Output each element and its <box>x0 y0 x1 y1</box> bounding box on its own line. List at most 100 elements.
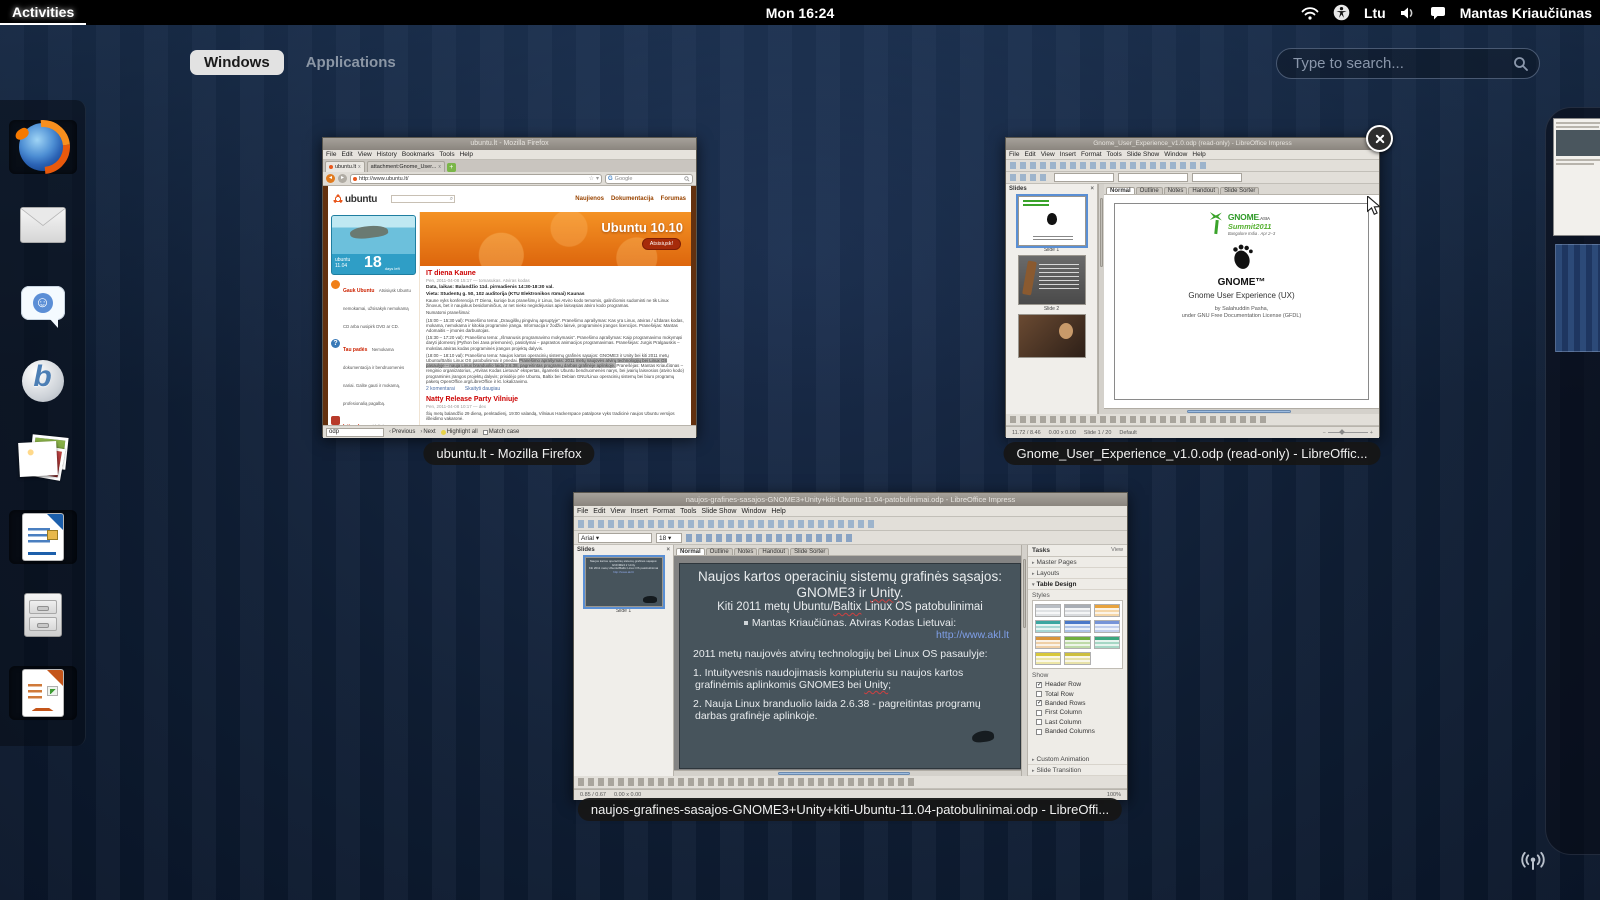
magnifier-icon: ⌕ <box>450 196 454 203</box>
workspace-thumbnail-2[interactable] <box>1555 244 1600 352</box>
mail-icon <box>20 207 66 243</box>
section-master-pages: ▸Master Pages <box>1028 557 1127 568</box>
menu-item-tools: Tools <box>680 508 696 515</box>
view-tab-handout: Handout <box>758 548 789 555</box>
canvas-hscrollbar[interactable] <box>674 770 1021 776</box>
site-search-field: ⌕ <box>391 195 455 203</box>
tasks-view-menu: View <box>1111 547 1123 554</box>
window-caption-firefox: ubuntu.lt - Mozilla Firefox <box>423 442 594 465</box>
menu-item-tools: Tools <box>1107 151 1122 158</box>
menu-item-edit: Edit <box>593 508 605 515</box>
palm-tree-icon <box>1208 212 1224 234</box>
dock-item-shotwell-photos[interactable] <box>9 432 77 486</box>
article-heading: IT diena Kaune <box>426 270 685 277</box>
activities-button[interactable]: Activities <box>0 0 86 25</box>
dock-item-libreoffice-impress[interactable] <box>9 666 77 720</box>
firefox-navigation-bar: ◂ ▸ http://www.ubuntu.lt/ ☆ ▾ G Google <box>323 172 696 186</box>
article-paragraph: (15:00 – 15:30 val): Pranešimo tema: „Dr… <box>426 318 685 334</box>
slide-silhouette-graphic <box>971 730 994 743</box>
chat-status-icon[interactable] <box>1430 6 1446 20</box>
dock-item-banshee[interactable]: b <box>9 354 77 408</box>
menu-item-history: History <box>377 151 397 158</box>
font-size-dropdown: 18 ▾ <box>656 533 682 543</box>
checkbox-icon <box>1036 729 1042 735</box>
firefox-icon <box>19 123 67 171</box>
canvas-vscrollbar[interactable] <box>1021 545 1027 776</box>
firefox-tab-bar: ubuntu.lt x attachment:Gnome_User... x + <box>323 160 696 172</box>
release-countdown-card: ubuntu 11.04 18 days left <box>331 215 416 275</box>
overview-view-tabs: Windows Applications <box>190 50 396 75</box>
circle-of-friends-icon <box>333 194 343 204</box>
firefox-titlebar: ubuntu.lt - Mozilla Firefox <box>323 138 696 150</box>
section-layouts: ▸Layouts <box>1028 568 1127 579</box>
broadcast-network-tray-icon[interactable] <box>1518 846 1548 881</box>
view-tab-slide-sorter: Slide Sorter <box>790 548 829 555</box>
show-group-label: Show <box>1028 669 1127 680</box>
tasks-title: Tasks <box>1032 547 1050 554</box>
menu-item-file: File <box>1009 151 1019 158</box>
dock-item-evolution-mail[interactable] <box>9 198 77 252</box>
highlighter-icon <box>441 430 446 435</box>
view-tab-normal: Normal <box>1106 187 1135 194</box>
accessibility-icon[interactable] <box>1333 4 1350 21</box>
panel-close-icon: × <box>666 547 670 553</box>
wifi-icon[interactable] <box>1301 6 1319 20</box>
mini-link: http://www.akl.lt <box>613 570 634 574</box>
search-input[interactable] <box>1293 55 1513 72</box>
dock-item-nautilus-files[interactable] <box>9 588 77 642</box>
impress2-titlebar: naujos-grafines-sasajos-GNOME3+Unity+kit… <box>574 493 1127 506</box>
impress2-menubar: File Edit View Insert Format Tools Slide… <box>574 506 1127 517</box>
url-text: http://www.ubuntu.lt/ <box>359 176 587 182</box>
user-menu[interactable]: Mantas Kriaučiūnas <box>1460 5 1592 21</box>
site-header: ubuntu ⌕ Naujienos Dokumentacija Forumas <box>328 186 691 212</box>
drawing-toolbar-icons <box>578 778 918 786</box>
web-search-field: G Google <box>605 174 693 184</box>
tab-windows[interactable]: Windows <box>190 50 284 75</box>
article-paragraph-with-selection: (18:00 – 18:10 val): Pranešimo tema: Nau… <box>426 353 685 384</box>
ubuntu-favicon <box>329 165 333 169</box>
find-previous-button: ‹ Previous <box>389 429 415 435</box>
table-style-swatch <box>1035 620 1061 633</box>
keyboard-layout-indicator[interactable]: Ltu <box>1364 5 1386 21</box>
slide-gnome3-unity: Naujos kartos operacinių sistemų grafinė… <box>679 563 1021 769</box>
tab-close-icon: x <box>438 164 441 170</box>
canvas-hscrollbar[interactable] <box>1104 408 1379 414</box>
window-thumbnail-impress-gnome-ux[interactable]: Gnome_User_Experience_v1.0.odp (read-onl… <box>1005 137 1380 437</box>
dock-item-empathy-chat[interactable]: ☺ <box>9 276 77 330</box>
card-title: Įsitrauk <box>343 424 361 425</box>
menu-item-help: Help <box>771 508 785 515</box>
checkbox-banded-rows: Banded Rows <box>1028 699 1127 708</box>
bookmark-star-icon: ☆ <box>589 175 594 182</box>
workspace-thumbnail-1[interactable] <box>1553 118 1600 236</box>
slides-panel: Slides× Naujos kartos operacinių sistemų… <box>574 545 674 776</box>
menu-item-insert: Insert <box>1060 151 1076 158</box>
mini-silhouette <box>643 596 657 603</box>
table-style-swatch <box>1035 652 1061 665</box>
menu-item-bookmarks: Bookmarks <box>402 151 435 158</box>
search-icon <box>1513 56 1529 72</box>
slide-counter: Slide 1 / 20 <box>1084 430 1112 436</box>
volume-icon[interactable] <box>1400 6 1416 20</box>
checkbox-last-column: Last Column <box>1028 718 1127 727</box>
styles-group-label: Styles <box>1028 590 1127 600</box>
tab-applications[interactable]: Applications <box>306 54 396 71</box>
mini-gnome-logo <box>1023 200 1049 208</box>
window-thumbnail-impress-lithuanian[interactable]: naujos-grafines-sasajos-GNOME3+Unity+kit… <box>573 492 1128 800</box>
countdown-sub: days left <box>385 266 400 271</box>
slide-label: Slide 2 <box>1006 306 1097 312</box>
window-thumbnail-firefox[interactable]: ubuntu.lt - Mozilla Firefox File Edit Vi… <box>322 137 697 437</box>
checkbox-icon <box>483 430 488 435</box>
standard-toolbar <box>1006 160 1379 172</box>
slide-bullet-line: Mantas Kriaučiūnas. Atviras Kodas Lietuv… <box>687 617 1013 629</box>
dock-item-firefox[interactable] <box>9 120 77 174</box>
logo-text: GNOME <box>1228 212 1259 222</box>
clock[interactable]: Mon 16:24 <box>766 5 834 21</box>
search-box[interactable] <box>1276 48 1540 79</box>
window-close-button[interactable] <box>1366 125 1393 152</box>
view-tab-outline: Outline <box>706 548 733 555</box>
section-custom-animation: ▸Custom Animation <box>1028 754 1127 765</box>
logo-summit-text: Summit2011 <box>1228 222 1275 231</box>
line-and-filling-toolbar <box>1006 172 1379 184</box>
dock-item-libreoffice-writer[interactable] <box>9 510 77 564</box>
sidebar-card-gauk-ubuntu: Gauk Ubuntu Atsisiųsk Ubuntu nemokamai, … <box>331 279 416 333</box>
